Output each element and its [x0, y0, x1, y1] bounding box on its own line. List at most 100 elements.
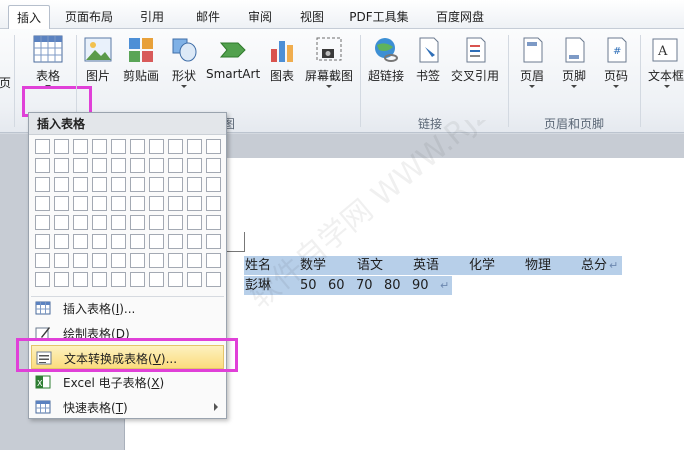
table-grid-cell[interactable] — [35, 177, 50, 192]
tab-pdf-tools[interactable]: PDF工具集 — [344, 5, 414, 29]
table-grid-cell[interactable] — [35, 158, 50, 173]
table-grid-cell[interactable] — [130, 158, 145, 173]
table-grid-cell[interactable] — [187, 177, 202, 192]
table-grid-cell[interactable] — [168, 139, 183, 154]
table-grid-cell[interactable] — [187, 253, 202, 268]
table-grid-cell[interactable] — [73, 272, 88, 287]
tab-insert[interactable]: 插入 — [8, 5, 50, 30]
header-button[interactable]: 页眉 — [514, 35, 550, 88]
tab-mailings[interactable]: 邮件 — [186, 5, 230, 29]
table-grid-cell[interactable] — [111, 215, 126, 230]
table-grid-cell[interactable] — [73, 139, 88, 154]
page-number-button[interactable]: # 页码 — [598, 35, 634, 88]
table-grid-cell[interactable] — [54, 177, 69, 192]
table-grid-cell[interactable] — [92, 234, 107, 249]
table-grid-cell[interactable] — [54, 139, 69, 154]
table-grid-cell[interactable] — [92, 158, 107, 173]
table-grid-cell[interactable] — [206, 234, 221, 249]
textbox-button[interactable]: A 文本框 — [644, 35, 684, 88]
table-grid-cell[interactable] — [149, 215, 164, 230]
table-grid-cell[interactable] — [168, 196, 183, 211]
table-grid-cell[interactable] — [206, 196, 221, 211]
table-grid-cell[interactable] — [73, 158, 88, 173]
table-grid-cell[interactable] — [149, 139, 164, 154]
table-grid-cell[interactable] — [130, 177, 145, 192]
table-grid-cell[interactable] — [187, 196, 202, 211]
cover-page-button-fragment[interactable]: 页 — [0, 72, 12, 91]
table-grid-cell[interactable] — [168, 215, 183, 230]
table-grid-cell[interactable] — [130, 253, 145, 268]
table-grid-cell[interactable] — [187, 234, 202, 249]
clipart-button[interactable]: 剪贴画 — [120, 35, 162, 84]
table-grid-cell[interactable] — [149, 158, 164, 173]
table-grid-cell[interactable] — [54, 234, 69, 249]
table-grid-cell[interactable] — [130, 196, 145, 211]
table-grid-cell[interactable] — [149, 177, 164, 192]
table-grid-cell[interactable] — [54, 215, 69, 230]
table-grid-cell[interactable] — [206, 139, 221, 154]
table-grid-cell[interactable] — [35, 253, 50, 268]
table-grid-cell[interactable] — [206, 158, 221, 173]
table-grid-cell[interactable] — [168, 253, 183, 268]
picture-button[interactable]: 图片 — [82, 35, 114, 84]
tab-baidu-netdisk[interactable]: 百度网盘 — [428, 5, 492, 29]
table-grid-cell[interactable] — [206, 177, 221, 192]
table-grid-cell[interactable] — [168, 272, 183, 287]
table-grid-cell[interactable] — [54, 272, 69, 287]
table-grid-cell[interactable] — [73, 177, 88, 192]
menu-quick-tables[interactable]: 快速表格(T) — [31, 395, 224, 419]
table-grid-cell[interactable] — [54, 196, 69, 211]
table-grid-cell[interactable] — [35, 215, 50, 230]
table-grid-cell[interactable] — [35, 272, 50, 287]
table-grid-cell[interactable] — [130, 215, 145, 230]
table-grid-cell[interactable] — [187, 215, 202, 230]
table-grid-cell[interactable] — [92, 139, 107, 154]
table-grid-cell[interactable] — [187, 272, 202, 287]
table-grid-cell[interactable] — [168, 177, 183, 192]
tab-page-layout[interactable]: 页面布局 — [58, 5, 120, 29]
table-grid-cell[interactable] — [111, 177, 126, 192]
table-button[interactable]: 表格 — [28, 33, 68, 88]
smartart-button[interactable]: SmartArt — [206, 35, 260, 81]
table-grid-cell[interactable] — [206, 215, 221, 230]
hyperlink-button[interactable]: 超链接 — [364, 35, 408, 84]
table-grid-cell[interactable] — [73, 215, 88, 230]
table-grid-cell[interactable] — [130, 139, 145, 154]
table-grid-cell[interactable] — [35, 139, 50, 154]
table-grid-cell[interactable] — [35, 234, 50, 249]
table-grid-cell[interactable] — [206, 253, 221, 268]
table-grid-cell[interactable] — [187, 158, 202, 173]
table-grid-cell[interactable] — [111, 158, 126, 173]
table-grid-cell[interactable] — [149, 196, 164, 211]
menu-excel-spreadsheet[interactable]: X Excel 电子表格(X) — [31, 370, 224, 394]
table-grid-cell[interactable] — [111, 272, 126, 287]
table-grid-cell[interactable] — [54, 158, 69, 173]
table-grid-cell[interactable] — [149, 253, 164, 268]
shapes-button[interactable]: 形状 — [168, 35, 200, 88]
table-grid-cell[interactable] — [35, 196, 50, 211]
table-grid-cell[interactable] — [111, 196, 126, 211]
table-grid-cell[interactable] — [111, 234, 126, 249]
tab-references[interactable]: 引用 — [130, 5, 174, 29]
table-grid-cell[interactable] — [111, 139, 126, 154]
table-grid-cell[interactable] — [111, 253, 126, 268]
table-grid-cell[interactable] — [206, 272, 221, 287]
table-grid-cell[interactable] — [168, 234, 183, 249]
table-grid-cell[interactable] — [73, 196, 88, 211]
table-grid-cell[interactable] — [187, 139, 202, 154]
table-grid-cell[interactable] — [92, 215, 107, 230]
table-grid-cell[interactable] — [168, 158, 183, 173]
footer-button[interactable]: 页脚 — [556, 35, 592, 88]
table-grid-cell[interactable] — [130, 234, 145, 249]
table-grid-cell[interactable] — [54, 253, 69, 268]
screenshot-button[interactable]: 屏幕截图 — [302, 35, 356, 88]
table-grid-cell[interactable] — [149, 234, 164, 249]
table-grid-cell[interactable] — [149, 272, 164, 287]
tab-view[interactable]: 视图 — [292, 5, 332, 29]
table-grid-cell[interactable] — [92, 196, 107, 211]
table-grid-cell[interactable] — [92, 177, 107, 192]
table-grid-cell[interactable] — [73, 234, 88, 249]
tab-review[interactable]: 审阅 — [240, 5, 280, 29]
table-grid-cell[interactable] — [73, 253, 88, 268]
cross-reference-button[interactable]: 交叉引用 — [448, 35, 502, 84]
